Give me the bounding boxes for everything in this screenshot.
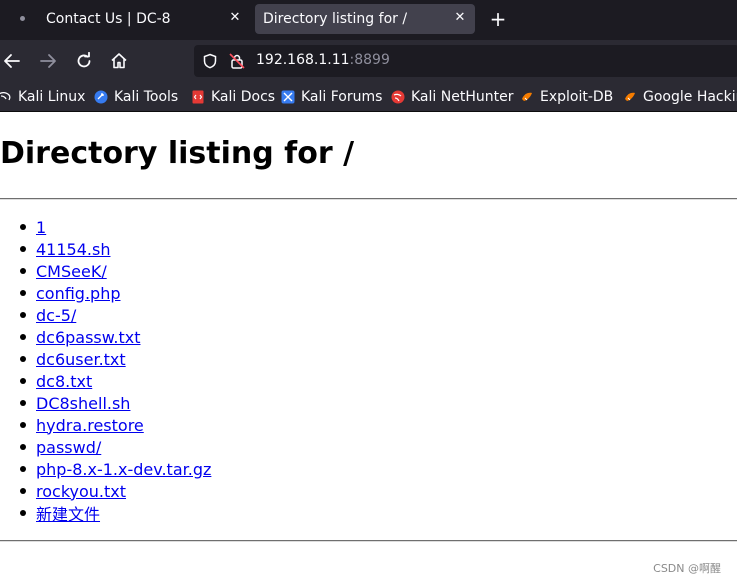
bullet: [20, 510, 26, 516]
watermark: CSDN @啊醒: [653, 562, 721, 575]
file-list: 1 41154.sh CMSeeK/ config.php dc-5/ dc6p…: [20, 216, 211, 524]
address-bar[interactable]: 192.168.1.11:8899: [194, 45, 737, 77]
tab-contact-us[interactable]: Contact Us | DC-8 ✕: [20, 4, 248, 34]
back-arrow-icon: [4, 54, 20, 68]
home-button[interactable]: [108, 50, 130, 72]
file-link[interactable]: 41154.sh: [36, 240, 110, 259]
home-icon: [111, 53, 127, 69]
kali-tools-icon: [94, 90, 108, 104]
insecure-lock-icon[interactable]: [229, 53, 245, 69]
kali-dragon-icon: [0, 91, 11, 101]
bottom-divider: [0, 540, 737, 542]
bullet: [20, 400, 26, 406]
file-link[interactable]: dc6passw.txt: [36, 328, 140, 347]
list-item: 新建文件: [20, 502, 211, 524]
google-hacking-icon: [625, 92, 635, 101]
bullet: [20, 378, 26, 384]
forward-button[interactable]: [37, 50, 59, 72]
list-item: 1: [20, 216, 211, 238]
file-link[interactable]: php-8.x-1.x-dev.tar.gz: [36, 460, 211, 479]
list-item: dc6passw.txt: [20, 326, 211, 348]
bookmark-kali-linux[interactable]: Kali Linux: [0, 88, 85, 106]
tab-directory-listing[interactable]: Directory listing for / ✕: [255, 4, 475, 34]
bookmarks-toolbar: Kali Linux Kali Tools Kali Docs Kali For…: [0, 82, 737, 112]
file-link[interactable]: dc6user.txt: [36, 350, 126, 369]
file-link[interactable]: dc8.txt: [36, 372, 92, 391]
bullet: [20, 356, 26, 362]
bookmark-label: Google Hacking: [643, 89, 737, 105]
list-item: CMSeeK/: [20, 260, 211, 282]
bookmark-label: Exploit-DB: [540, 89, 614, 105]
navigation-toolbar: 192.168.1.11:8899: [0, 40, 737, 82]
list-item: dc6user.txt: [20, 348, 211, 370]
bullet: [20, 422, 26, 428]
page-title: Directory listing for /: [0, 136, 355, 171]
bullet: [20, 444, 26, 450]
bookmark-kali-nethunter[interactable]: Kali NetHunter: [391, 88, 513, 106]
list-item: dc-5/: [20, 304, 211, 326]
bullet: [20, 466, 26, 472]
bookmark-google-hacking[interactable]: Google Hacking: [623, 88, 737, 106]
bookmark-kali-tools[interactable]: Kali Tools: [94, 88, 178, 106]
bullet: [20, 290, 26, 296]
bookmark-exploit-db[interactable]: Exploit-DB: [520, 88, 613, 106]
tab-label: Contact Us | DC-8: [46, 11, 171, 27]
bullet: [20, 312, 26, 318]
bookmark-label: Kali Linux: [18, 89, 86, 105]
url-text: 192.168.1.11:8899: [256, 52, 390, 68]
bookmark-label: Kali NetHunter: [411, 89, 514, 105]
reload-icon: [77, 52, 91, 68]
kali-docs-icon: [192, 90, 204, 104]
list-item: hydra.restore: [20, 414, 211, 436]
bullet: [20, 488, 26, 494]
file-link[interactable]: dc-5/: [36, 306, 76, 325]
list-item: dc8.txt: [20, 370, 211, 392]
bullet: [20, 334, 26, 340]
file-link[interactable]: config.php: [36, 284, 121, 303]
bookmark-label: Kali Docs: [211, 89, 276, 105]
kali-nethunter-icon: [391, 90, 405, 104]
close-tab-icon[interactable]: ✕: [453, 11, 467, 25]
tab-loading-dot-icon: [20, 16, 25, 21]
list-item: config.php: [20, 282, 211, 304]
kali-forums-icon: [281, 90, 295, 104]
back-button[interactable]: [1, 50, 23, 72]
reload-button[interactable]: [73, 50, 95, 72]
file-link[interactable]: CMSeeK/: [36, 262, 107, 281]
url-host: 192.168.1.11: [256, 52, 350, 68]
new-tab-button[interactable]: +: [487, 8, 509, 30]
bookmark-label: Kali Tools: [114, 89, 179, 105]
file-link[interactable]: rockyou.txt: [36, 482, 126, 501]
list-item: passwd/: [20, 436, 211, 458]
list-item: php-8.x-1.x-dev.tar.gz: [20, 458, 211, 480]
exploit-db-icon: [522, 92, 532, 101]
bullet: [20, 246, 26, 252]
bullet: [20, 268, 26, 274]
bookmark-kali-forums[interactable]: Kali Forums: [281, 88, 382, 106]
list-item: rockyou.txt: [20, 480, 211, 502]
file-link[interactable]: DC8shell.sh: [36, 394, 130, 413]
shield-icon[interactable]: [202, 53, 218, 69]
bullet: [20, 224, 26, 230]
url-port: :8899: [349, 52, 390, 68]
list-item: DC8shell.sh: [20, 392, 211, 414]
list-item: 41154.sh: [20, 238, 211, 260]
forward-arrow-icon: [40, 54, 56, 68]
top-divider: [0, 198, 737, 200]
bookmark-kali-docs[interactable]: Kali Docs: [191, 88, 275, 106]
tab-strip: Contact Us | DC-8 ✕ Directory listing fo…: [0, 0, 737, 40]
bookmark-label: Kali Forums: [301, 89, 383, 105]
close-tab-icon[interactable]: ✕: [228, 11, 242, 25]
file-link[interactable]: passwd/: [36, 438, 101, 457]
page-content: Directory listing for / 1 41154.sh CMSee…: [0, 112, 737, 584]
file-link[interactable]: 新建文件: [36, 501, 100, 525]
file-link[interactable]: 1: [36, 218, 46, 237]
tab-label: Directory listing for /: [263, 11, 408, 27]
file-link[interactable]: hydra.restore: [36, 416, 144, 435]
